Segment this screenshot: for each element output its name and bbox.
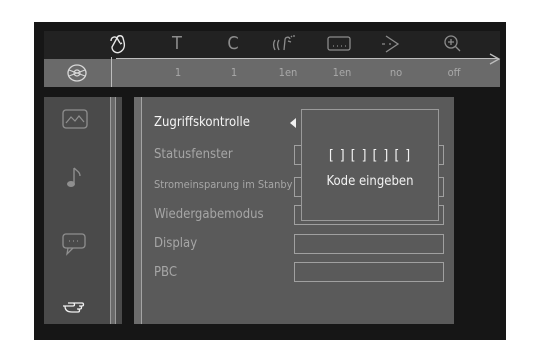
zoom-value: off [447, 66, 461, 79]
menu-item-wiedergabemodus[interactable]: Wiedergabemodus [154, 207, 264, 222]
status-bar: T C 1 1 1en 1en no off [44, 31, 501, 89]
music-note-icon[interactable] [60, 165, 90, 191]
speech-bubble-icon[interactable] [60, 231, 90, 257]
chapter-value: 1 [230, 66, 238, 79]
menu-item-zugriffskontrolle[interactable]: Zugriffskontrolle [154, 115, 250, 130]
menu-item-statusfenster[interactable]: Statusfenster [154, 147, 233, 162]
sidebar-divider [110, 97, 116, 324]
code-entry-label: Kode eingeben [326, 174, 414, 189]
chapter-icon[interactable]: C [220, 33, 246, 55]
selection-caret [290, 118, 296, 128]
status-bar-divider [111, 57, 112, 87]
menu-item-display[interactable]: Display [154, 236, 197, 251]
sidebar [44, 97, 122, 324]
title-icon[interactable]: T [164, 33, 190, 55]
panel-edge [134, 97, 142, 324]
value-box-pbc[interactable] [294, 262, 444, 282]
value-box-display[interactable] [294, 234, 444, 254]
audio-icon[interactable] [272, 33, 298, 55]
zoom-icon[interactable] [440, 33, 466, 55]
code-slots[interactable]: [ ] [ ] [ ] [ ] [302, 148, 438, 164]
arrow-right-icon [489, 53, 501, 65]
chapter-icon-glyph: C [227, 33, 239, 54]
subtitle-value: 1en [332, 66, 352, 79]
picture-icon[interactable] [60, 107, 90, 133]
angle-value: no [389, 66, 403, 79]
menu-item-pbc[interactable]: PBC [154, 265, 177, 280]
subtitle-icon[interactable] [326, 33, 352, 55]
settings-panel: Zugriffskontrolle Statusfenster Stromein… [134, 97, 454, 324]
code-entry-popup: [ ] [ ] [ ] [ ] Kode eingeben [301, 109, 439, 221]
audio-value: 1en [278, 66, 298, 79]
title-icon-glyph: T [172, 33, 182, 54]
title-value: 1 [174, 66, 182, 79]
angle-icon[interactable] [380, 33, 406, 55]
disc-icon[interactable] [64, 62, 90, 84]
status-bar-arrow-line [116, 58, 498, 59]
pointing-hand-icon[interactable] [60, 293, 90, 319]
menu-item-stromeinsparung[interactable]: Stromeinsparung im Stanby [154, 178, 293, 191]
hand-icon[interactable] [106, 33, 132, 55]
